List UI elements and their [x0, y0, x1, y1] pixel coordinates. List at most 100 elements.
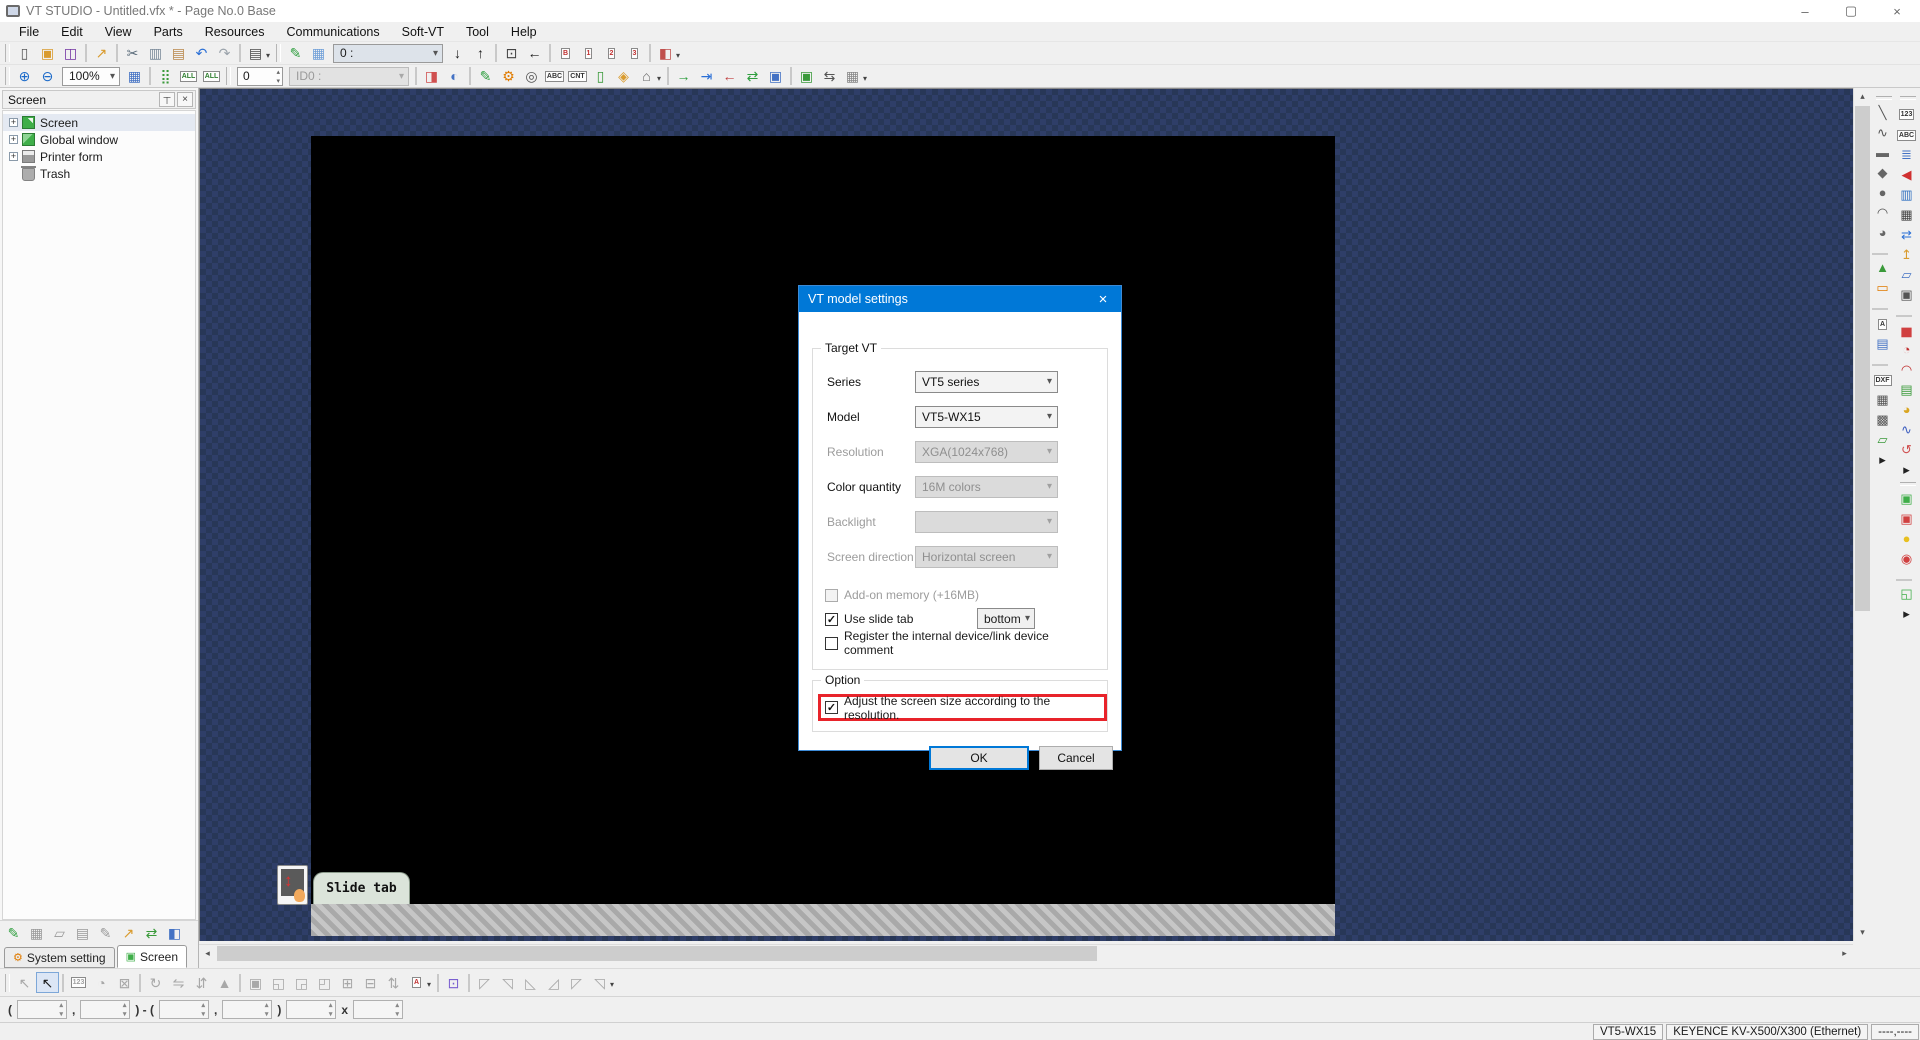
width-spinner[interactable]	[286, 1000, 337, 1019]
tree-global-window[interactable]: + Global window	[3, 131, 195, 148]
tree-trash[interactable]: Trash	[3, 165, 195, 182]
tab-screen[interactable]: ▣ Screen	[116, 945, 188, 968]
more-drawing-tools-button[interactable]: ▸	[1872, 450, 1893, 470]
simulator-button[interactable]: ▣	[795, 66, 818, 87]
recipe-part[interactable]: ↥	[1896, 245, 1917, 265]
multi-unit-button[interactable]: ▦	[841, 66, 867, 87]
select-frame-button[interactable]: ◹	[496, 972, 519, 993]
default-attribute-button[interactable]: A	[405, 972, 431, 993]
menu-communications[interactable]: Communications	[276, 22, 391, 42]
print-button[interactable]: ▤	[244, 43, 270, 64]
trend-graph-part[interactable]: ∿	[1896, 420, 1917, 440]
model-select[interactable]: VT5-WX15	[915, 406, 1058, 428]
flip-horizontal-button[interactable]: ⇋	[167, 972, 190, 993]
slide-tab-handle-icon[interactable]: ↕	[277, 865, 308, 905]
meter-part[interactable]: ◔	[1896, 340, 1917, 360]
paste-button[interactable]: ▤	[167, 43, 190, 64]
menu-help[interactable]: Help	[500, 22, 548, 42]
screen-preview-button[interactable]: ◧	[163, 922, 186, 943]
move-down-button[interactable]: ↓	[446, 43, 469, 64]
cancel-button[interactable]: Cancel	[1039, 746, 1113, 770]
grid-settings-button[interactable]: ▦	[123, 66, 146, 87]
layer-3-button[interactable]: 3	[623, 43, 646, 64]
layer-base-button[interactable]: B	[554, 43, 577, 64]
zoom-in-button[interactable]: ⊕	[13, 66, 36, 87]
video-part[interactable]: ▥	[1896, 185, 1917, 205]
screen-direction-select[interactable]: Horizontal screen	[915, 546, 1058, 568]
screen-copy-tool[interactable]: ▱	[1872, 430, 1893, 450]
preview-button[interactable]: ◎	[520, 66, 543, 87]
send-to-back-button[interactable]: ◰	[313, 972, 336, 993]
menu-file[interactable]: File	[8, 22, 50, 42]
screen-property-button[interactable]: ✎	[94, 922, 117, 943]
menu-tool[interactable]: Tool	[455, 22, 500, 42]
horizontal-scrollbar[interactable]: ◂ ▸	[199, 944, 1853, 961]
tree-screen[interactable]: + Screen	[3, 114, 195, 131]
group-button[interactable]: ▣	[244, 972, 267, 993]
edit-screen-button[interactable]: ✎	[474, 66, 497, 87]
text-display-part[interactable]: ABC	[1896, 125, 1917, 145]
system-part[interactable]: ▣	[1896, 285, 1917, 305]
sector-tool[interactable]: ◕	[1872, 223, 1893, 243]
dialog-title-bar[interactable]: VT model settings ×	[799, 286, 1121, 312]
unit-editor-button[interactable]: ▯	[589, 66, 612, 87]
remote-part[interactable]: ▱	[1896, 265, 1917, 285]
color-quantity-select[interactable]: 16M colors	[915, 476, 1058, 498]
menu-parts[interactable]: Parts	[143, 22, 194, 42]
part-number-spinner[interactable]: 0	[237, 66, 283, 86]
frame-back-button[interactable]: ⊟	[359, 972, 382, 993]
x2-spinner[interactable]	[159, 1000, 209, 1019]
flip-vertical-button[interactable]: ⇵	[190, 972, 213, 993]
x1-spinner[interactable]	[17, 1000, 67, 1019]
use-slide-tab-checkbox[interactable]	[825, 612, 838, 626]
y2-spinner[interactable]	[222, 1000, 273, 1019]
arc-tool[interactable]: ◠	[1872, 203, 1893, 223]
display-environment-button[interactable]: ◧	[654, 43, 680, 64]
dialog-close-icon[interactable]: ×	[1085, 286, 1121, 312]
ungroup-button[interactable]: ◱	[267, 972, 290, 993]
y1-spinner[interactable]	[80, 1000, 131, 1019]
system-setting-button[interactable]: ⚙	[497, 66, 520, 87]
vertical-scroll-thumb[interactable]	[1855, 106, 1870, 611]
copy-screen-button[interactable]: ▱	[48, 922, 71, 943]
frame-tool[interactable]: ▭	[1872, 278, 1893, 298]
image-tool[interactable]: ▲	[1872, 258, 1893, 278]
slide-tab-position-select[interactable]: bottom	[977, 608, 1035, 629]
select-parts-button[interactable]: ◸	[473, 972, 496, 993]
select-area-button[interactable]: ◺	[519, 972, 542, 993]
save-button[interactable]: ◫	[59, 43, 82, 64]
data-table-tool[interactable]: ▩	[1872, 410, 1893, 430]
dxf-tool[interactable]: DXF	[1872, 370, 1893, 390]
communication-setting-button[interactable]: ⇆	[818, 66, 841, 87]
menu-soft-vt[interactable]: Soft-VT	[391, 22, 455, 42]
transfer-usb-button[interactable]: ⇥	[695, 66, 718, 87]
switch-part[interactable]: ▣	[1896, 489, 1917, 509]
select-button[interactable]: ↖	[36, 972, 59, 993]
line-tool[interactable]: ╲	[1872, 103, 1893, 123]
series-select[interactable]: VT5 series	[915, 371, 1058, 393]
select-special-button[interactable]: ↖	[13, 972, 36, 993]
import-screen-button[interactable]: ⇄	[140, 922, 163, 943]
menu-view[interactable]: View	[94, 22, 143, 42]
register-device-comment-checkbox[interactable]	[825, 636, 838, 650]
ellipse-tool[interactable]: ●	[1872, 183, 1893, 203]
restore-button[interactable]: ▢	[1828, 0, 1874, 22]
zoom-select[interactable]: 100%	[62, 66, 120, 86]
horizontal-scroll-thumb[interactable]	[217, 946, 1097, 961]
string-list-button[interactable]: ABC	[543, 66, 566, 87]
multi-lamp-part[interactable]: ◉	[1896, 549, 1917, 569]
panel-close-icon[interactable]: ×	[177, 92, 193, 107]
tree-printer-form[interactable]: + Printer form	[3, 148, 195, 165]
frame-select-button[interactable]: ⊡	[442, 972, 465, 993]
select-mode-button[interactable]: ◹	[588, 972, 614, 993]
paste-screen-button[interactable]: ▤	[71, 922, 94, 943]
scatter-graph-part[interactable]: ↺	[1896, 440, 1917, 460]
copy-button[interactable]: ▥	[144, 43, 167, 64]
close-button[interactable]: ×	[1874, 0, 1920, 22]
snap-parts-button[interactable]: ⣿	[154, 66, 177, 87]
scroll-down-icon[interactable]: ▾	[1854, 924, 1871, 941]
screen-list-small-button[interactable]: ▦	[25, 922, 48, 943]
search-color-button[interactable]: ◐	[443, 66, 466, 87]
page-jump-button[interactable]: ↗	[90, 43, 113, 64]
pin-icon[interactable]: ⊥	[159, 92, 175, 107]
